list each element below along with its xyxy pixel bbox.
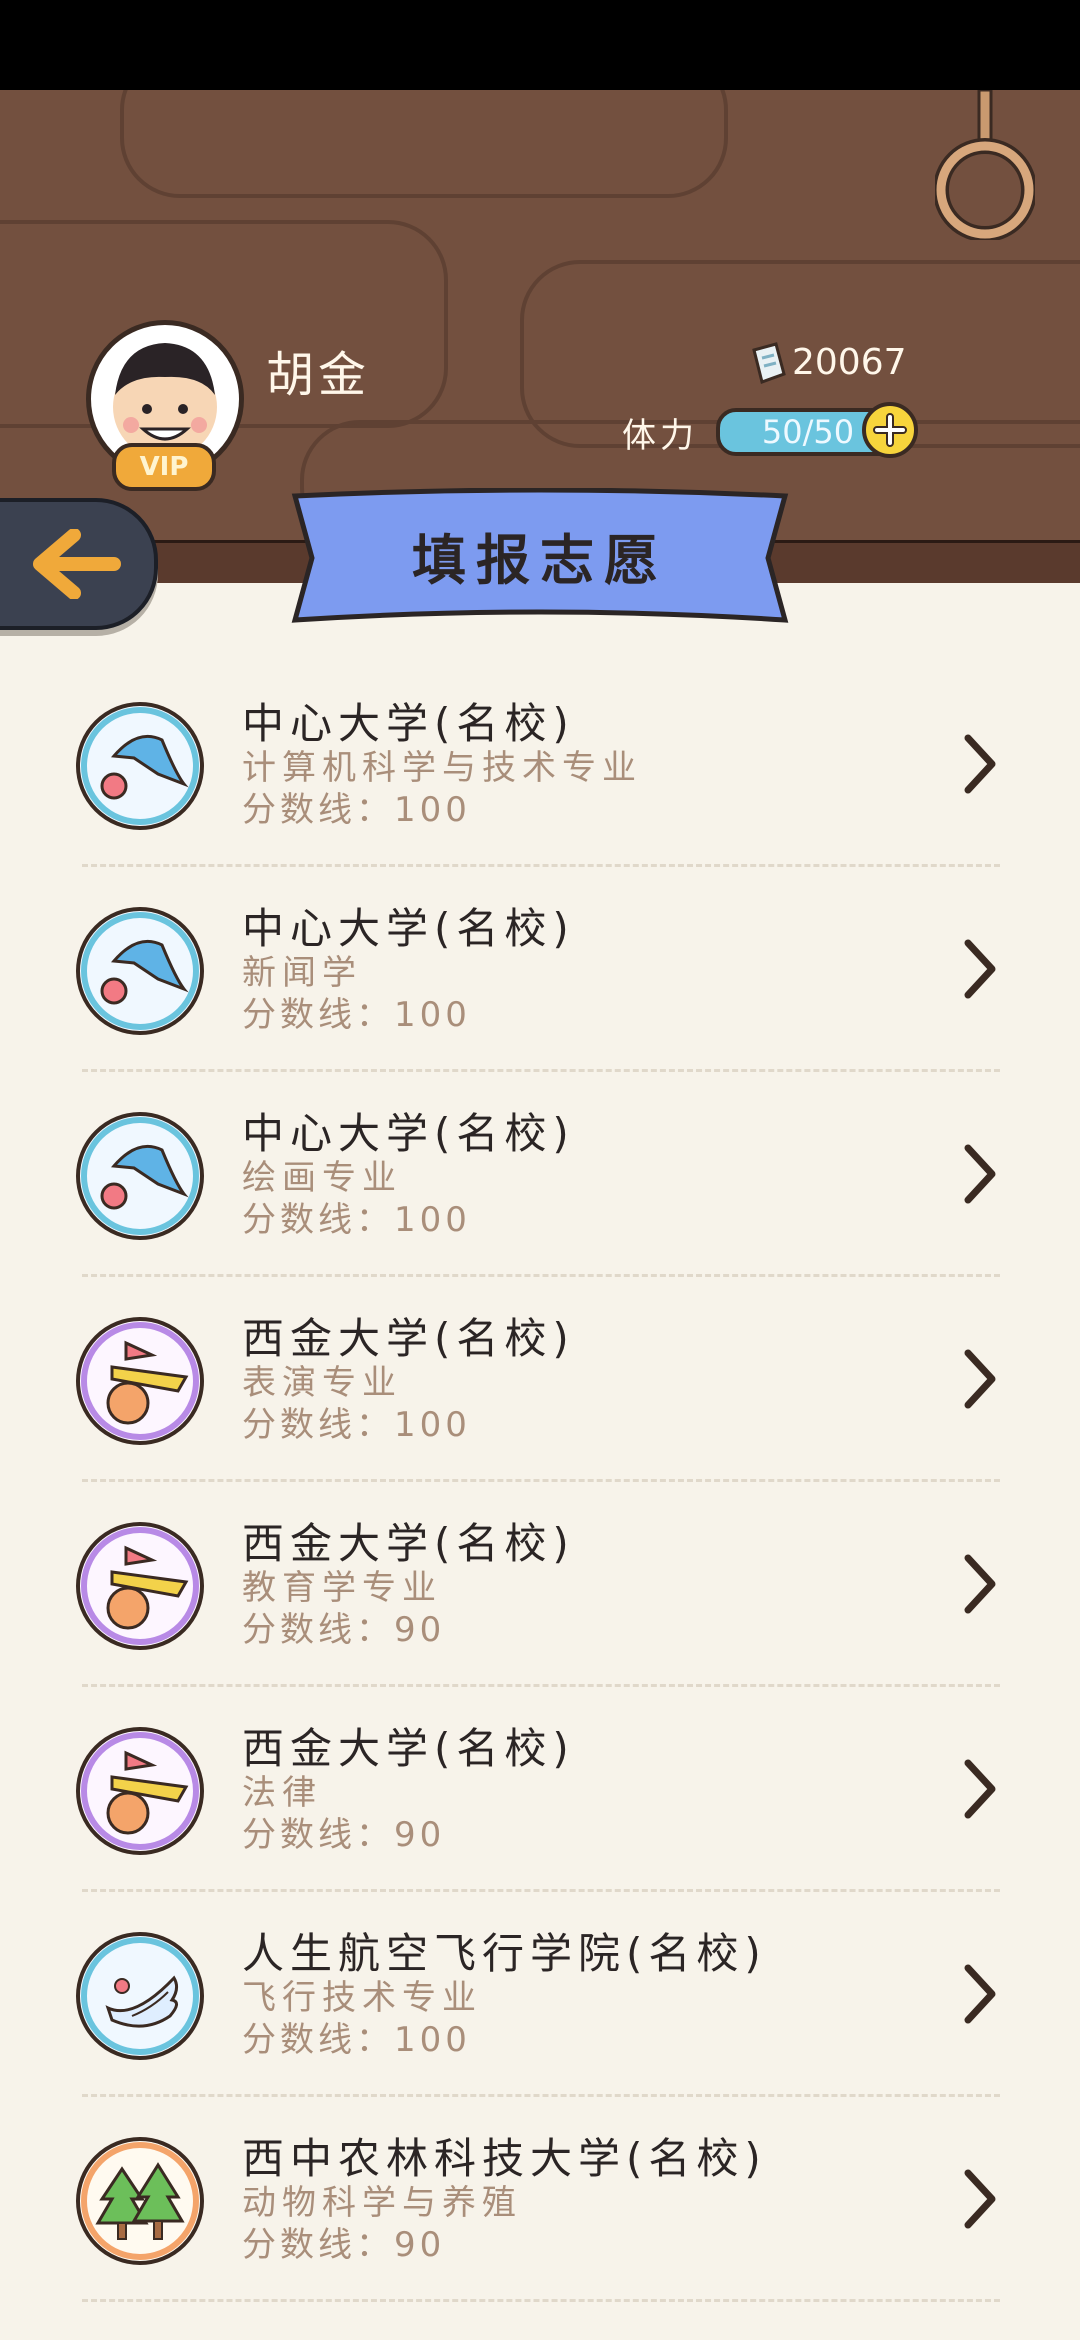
wing-icon bbox=[76, 1932, 204, 2060]
purple-shapes-icon bbox=[76, 1727, 204, 1855]
chevron-right-icon[interactable] bbox=[960, 1142, 1000, 1206]
chevron-right-icon[interactable] bbox=[960, 732, 1000, 796]
score-line: 分数线：90 bbox=[242, 1815, 446, 1855]
chevron-right-icon[interactable] bbox=[960, 1962, 1000, 2026]
blue-swoosh-icon bbox=[76, 1112, 204, 1240]
status-bar bbox=[0, 0, 1080, 90]
score-line: 分数线：90 bbox=[242, 1610, 446, 1650]
back-arrow-icon bbox=[33, 529, 121, 599]
list-item[interactable]: 西金大学(名校) 法律 分数线：90 bbox=[0, 1685, 1080, 1892]
username: 胡金 bbox=[266, 347, 371, 403]
blue-swoosh-icon bbox=[76, 907, 204, 1035]
chevron-right-icon[interactable] bbox=[960, 937, 1000, 1001]
vip-badge: VIP bbox=[112, 443, 216, 491]
trees-icon bbox=[76, 2137, 204, 2265]
plus-icon bbox=[873, 413, 907, 447]
chevron-right-icon[interactable] bbox=[960, 1552, 1000, 1616]
purple-shapes-icon bbox=[76, 1317, 204, 1445]
chevron-right-icon[interactable] bbox=[960, 1757, 1000, 1821]
chevron-right-icon[interactable] bbox=[960, 1347, 1000, 1411]
score-line: 分数线：100 bbox=[242, 790, 471, 830]
list-item[interactable]: 西金大学(名校) 表演专业 分数线：100 bbox=[0, 1275, 1080, 1482]
ticket-icon bbox=[752, 342, 786, 384]
wood-grain bbox=[120, 90, 728, 198]
stamina-label: 体力 bbox=[622, 416, 698, 456]
chevron-right-icon[interactable] bbox=[960, 2167, 1000, 2231]
score-line: 分数线：100 bbox=[242, 995, 471, 1035]
list-item[interactable]: 西金大学(名校) 教育学专业 分数线：90 bbox=[0, 1480, 1080, 1687]
blue-swoosh-icon bbox=[76, 702, 204, 830]
add-stamina-button[interactable] bbox=[862, 402, 918, 458]
divider bbox=[82, 2299, 1000, 2302]
score-line: 分数线：100 bbox=[242, 1405, 471, 1445]
list-item[interactable]: 中心大学(名校) 绘画专业 分数线：100 bbox=[0, 1070, 1080, 1277]
list-item[interactable]: 西中农林科技大学(名校) 动物科学与养殖 分数线：90 bbox=[0, 2095, 1080, 2302]
list-item[interactable]: 人生航空飞行学院(名校) 飞行技术专业 分数线：100 bbox=[0, 1890, 1080, 2097]
purple-shapes-icon bbox=[76, 1522, 204, 1650]
page-title: 填报志愿 bbox=[412, 529, 668, 592]
list-item[interactable]: 中心大学(名校) 计算机科学与技术专业 分数线：100 bbox=[0, 660, 1080, 867]
score-line: 分数线：100 bbox=[242, 2020, 471, 2060]
score-line: 分数线：100 bbox=[242, 1200, 471, 1240]
hanging-ring-icon bbox=[935, 90, 1035, 240]
back-button[interactable] bbox=[0, 498, 158, 630]
coin-count: 20067 bbox=[792, 342, 907, 383]
score-line: 分数线：90 bbox=[242, 2225, 446, 2265]
list-item[interactable]: 中心大学(名校) 新闻学 分数线：100 bbox=[0, 865, 1080, 1072]
